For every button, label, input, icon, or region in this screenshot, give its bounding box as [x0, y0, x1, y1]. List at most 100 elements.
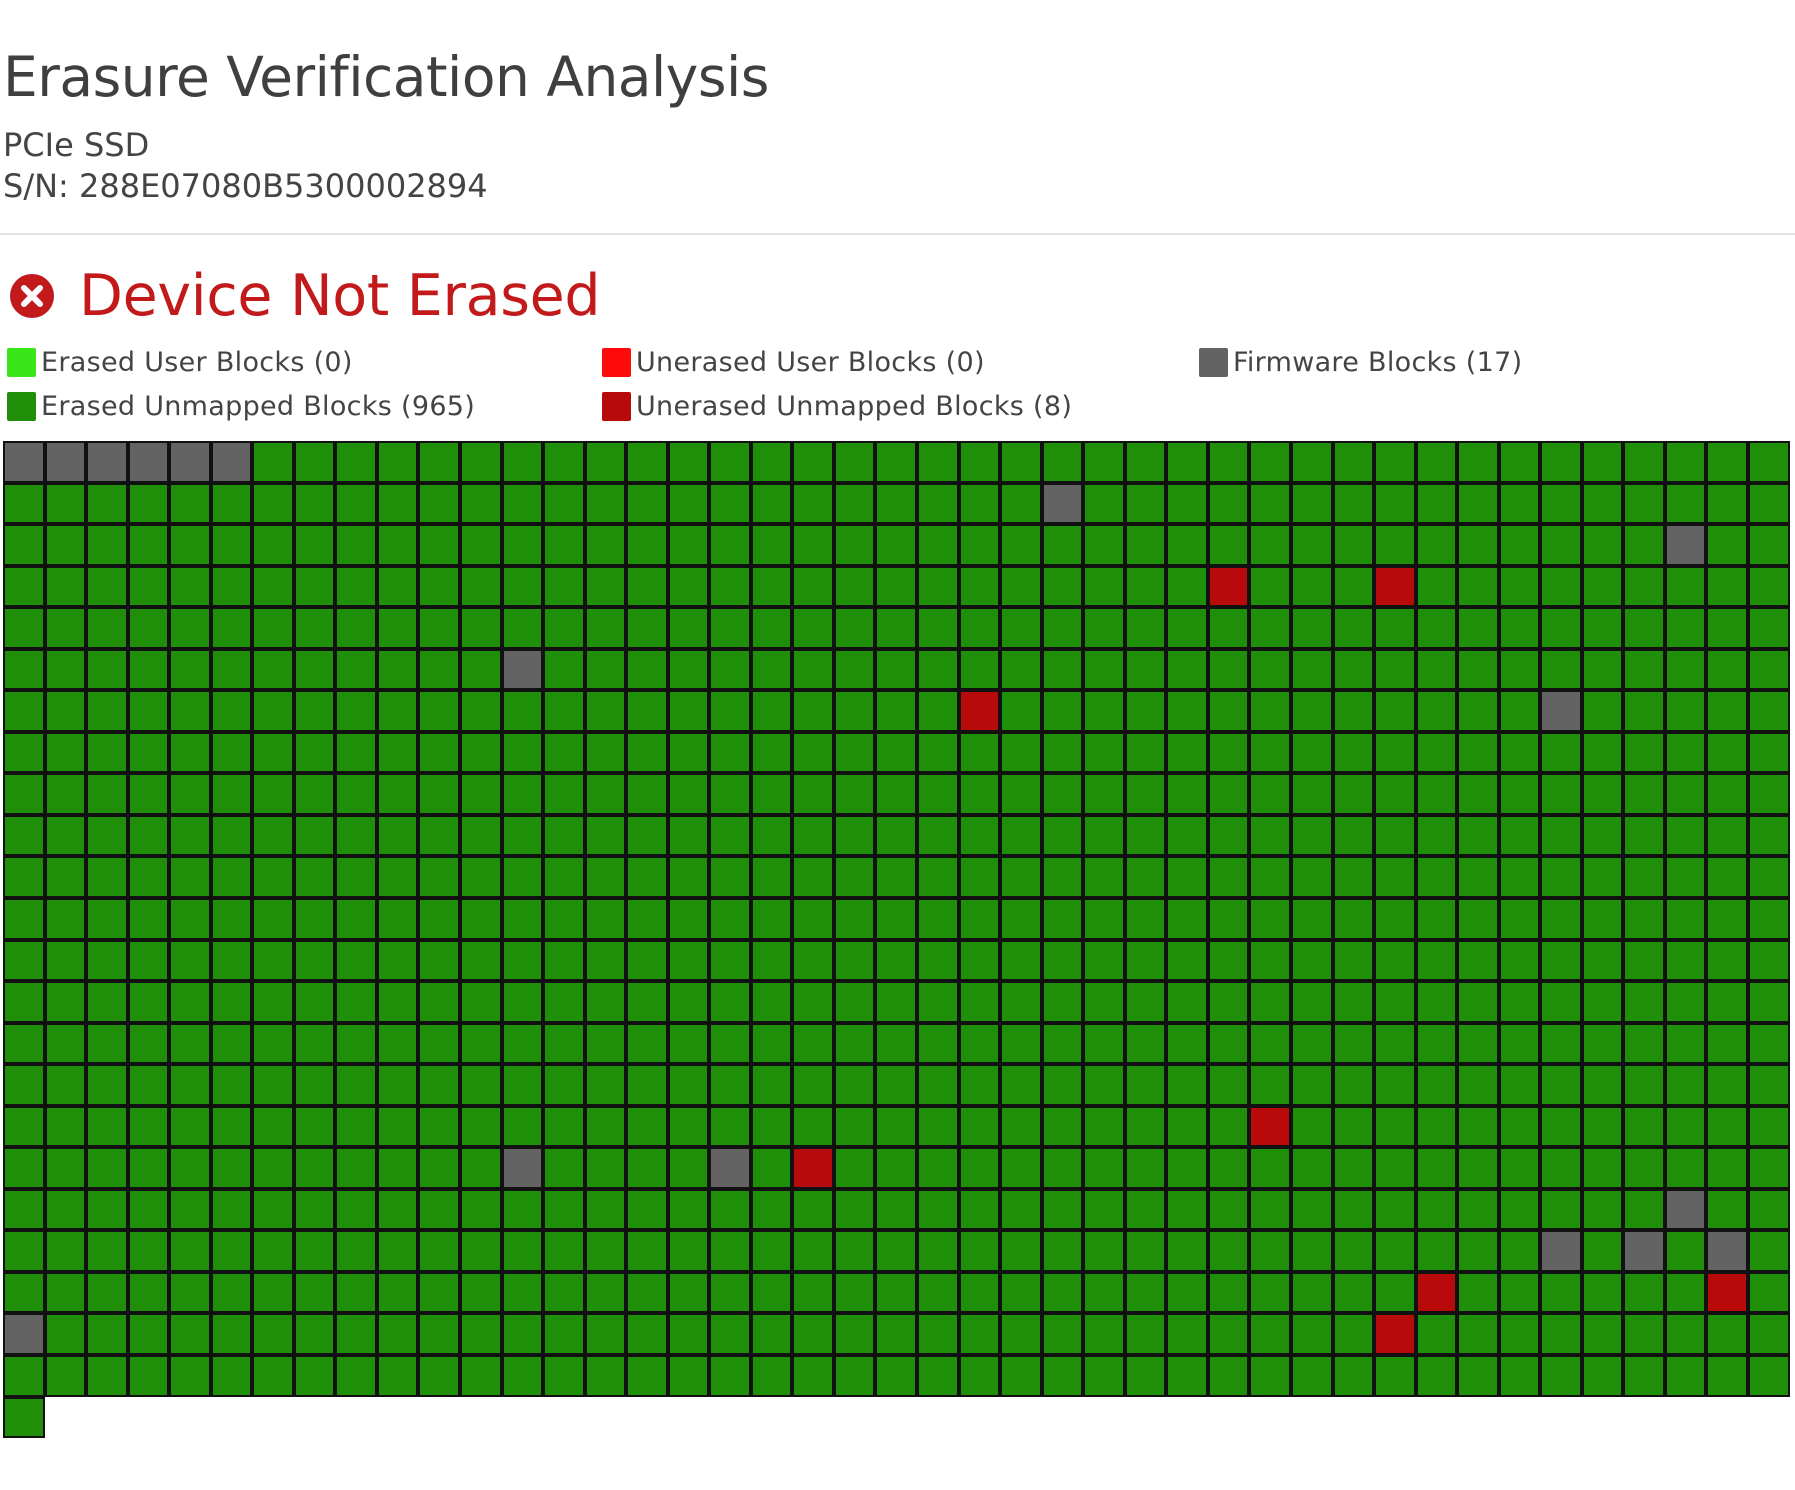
block-erased-unmapped [1332, 1147, 1375, 1189]
block-erased-unmapped [1415, 731, 1458, 774]
block-erased-unmapped [1664, 482, 1707, 525]
block-erased-unmapped [1540, 441, 1582, 483]
block-erased-unmapped [127, 731, 170, 774]
block-erased-unmapped [833, 607, 876, 649]
block-erased-unmapped [1498, 773, 1541, 815]
block-erased-unmapped [1415, 1188, 1458, 1231]
block-erased-unmapped [501, 565, 544, 608]
block-erased-unmapped [210, 524, 253, 566]
block-erased-unmapped [1290, 1355, 1333, 1397]
block-erased-unmapped [44, 690, 87, 732]
block-erased-unmapped [792, 1022, 834, 1065]
block-erased-unmapped [1540, 1147, 1582, 1189]
block-erased-unmapped [1457, 565, 1499, 608]
block-erased-unmapped [1332, 441, 1375, 483]
block-erased-unmapped [169, 607, 211, 649]
block-erased-unmapped [1581, 939, 1624, 982]
block-erased-unmapped [1000, 981, 1042, 1023]
block-erased-unmapped [750, 1355, 793, 1397]
block-erased-unmapped [1498, 1064, 1541, 1106]
block-erased-unmapped [875, 690, 918, 732]
block-erased-unmapped [1207, 690, 1250, 732]
block-erased-unmapped [1498, 981, 1541, 1023]
block-erased-unmapped [3, 981, 45, 1023]
page-title: Erasure Verification Analysis [3, 45, 769, 109]
block-erased-unmapped [501, 524, 544, 566]
block-erased-unmapped [1083, 981, 1125, 1023]
block-erased-unmapped [792, 1230, 834, 1272]
block-erased-unmapped [1374, 981, 1416, 1023]
block-erased-unmapped [1540, 607, 1582, 649]
block-erased-unmapped [293, 1313, 336, 1356]
block-erased-unmapped [1415, 856, 1458, 899]
block-erased-unmapped [335, 814, 377, 857]
block-erased-unmapped [1706, 482, 1748, 525]
block-erased-unmapped [750, 898, 793, 940]
block-erased-unmapped [1664, 1313, 1707, 1356]
block-erased-unmapped [252, 1230, 294, 1272]
block-erased-unmapped [335, 773, 377, 815]
block-erased-unmapped [127, 1271, 170, 1314]
block-erased-unmapped [1166, 898, 1208, 940]
block-erased-unmapped [1083, 731, 1125, 774]
block-erased-unmapped [1747, 648, 1790, 691]
block-erased-unmapped [875, 1105, 918, 1148]
block-unerased-unmapped [1374, 565, 1416, 608]
block-erased-unmapped [1747, 981, 1790, 1023]
block-erased-unmapped [1249, 565, 1291, 608]
block-erased-unmapped [376, 1105, 419, 1148]
block-erased-unmapped [584, 441, 627, 483]
block-erased-unmapped [626, 1188, 668, 1231]
block-erased-unmapped [1664, 1022, 1707, 1065]
block-firmware [3, 441, 45, 483]
block-erased-unmapped [875, 482, 918, 525]
block-erased-unmapped [1124, 1355, 1167, 1397]
block-erased-unmapped [750, 565, 793, 608]
block-erased-unmapped [1664, 1355, 1707, 1397]
block-erased-unmapped [1581, 441, 1624, 483]
block-erased-unmapped [1415, 1064, 1458, 1106]
block-erased-unmapped [1664, 1230, 1707, 1272]
block-erased-unmapped [584, 939, 627, 982]
unerased-unmapped-swatch [602, 391, 631, 421]
block-erased-unmapped [792, 731, 834, 774]
block-erased-unmapped [958, 648, 1001, 691]
block-erased-unmapped [86, 482, 128, 525]
block-erased-unmapped [44, 1147, 87, 1189]
block-erased-unmapped [376, 1147, 419, 1189]
block-erased-unmapped [626, 773, 668, 815]
block-erased-unmapped [1041, 441, 1084, 483]
block-erased-unmapped [44, 1271, 87, 1314]
block-erased-unmapped [667, 1147, 710, 1189]
block-erased-unmapped [169, 1230, 211, 1272]
block-erased-unmapped [1000, 1105, 1042, 1148]
block-erased-unmapped [1664, 1105, 1707, 1148]
block-erased-unmapped [293, 1147, 336, 1189]
block-erased-unmapped [584, 690, 627, 732]
block-erased-unmapped [1623, 856, 1665, 899]
block-firmware [86, 441, 128, 483]
block-erased-unmapped [1374, 773, 1416, 815]
block-erased-unmapped [376, 441, 419, 483]
legend-label: Unerased User Blocks (0) [636, 346, 985, 378]
block-erased-unmapped [626, 856, 668, 899]
block-erased-unmapped [1457, 607, 1499, 649]
block-erased-unmapped [1041, 814, 1084, 857]
block-erased-unmapped [3, 607, 45, 649]
block-erased-unmapped [1332, 856, 1375, 899]
block-erased-unmapped [1124, 1271, 1167, 1314]
block-erased-unmapped [1374, 856, 1416, 899]
block-erased-unmapped [667, 524, 710, 566]
block-erased-unmapped [1249, 1271, 1291, 1314]
block-erased-unmapped [1041, 607, 1084, 649]
block-erased-unmapped [376, 939, 419, 982]
block-erased-unmapped [418, 441, 461, 483]
block-erased-unmapped [1166, 648, 1208, 691]
block-erased-unmapped [501, 441, 544, 483]
block-erased-unmapped [335, 856, 377, 899]
block-erased-unmapped [1000, 1355, 1042, 1397]
block-erased-unmapped [833, 981, 876, 1023]
block-erased-unmapped [1747, 1105, 1790, 1148]
block-erased-unmapped [127, 814, 170, 857]
block-erased-unmapped [1623, 1064, 1665, 1106]
